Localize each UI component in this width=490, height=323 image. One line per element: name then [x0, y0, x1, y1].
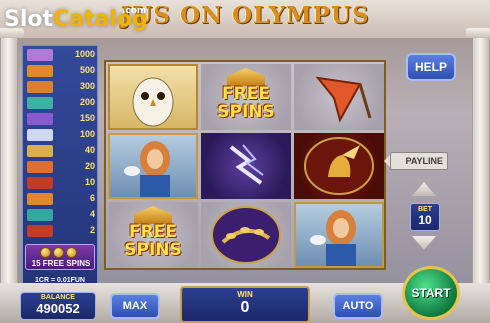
goddess-icon [124, 141, 170, 197]
right-column-capital [466, 28, 490, 38]
leaf-teal-icon [27, 97, 53, 109]
paytable-row: 1000 [25, 48, 97, 63]
win-display: WIN 0 [180, 286, 310, 323]
paytable-value: 10 [84, 177, 95, 187]
paytable-value: 40 [84, 145, 95, 155]
helmet-orange-icon [27, 65, 53, 77]
spear-symbol [294, 64, 384, 130]
autoplay-button[interactable]: AUTO [333, 293, 383, 319]
right-column-decoration [472, 30, 490, 292]
paytable-row: 150 [25, 112, 97, 127]
paytable-value: 150 [79, 113, 95, 123]
paytable-row: 200 [25, 96, 97, 111]
free-spins-symbol: FREE SPINS [108, 202, 198, 268]
paytable-row: 10 [25, 176, 97, 191]
free-spins-symbol-line2: SPINS [124, 240, 182, 260]
free-spins-paytable-label: 15 FREE SPINS [31, 259, 91, 268]
win-value: 0 [240, 299, 250, 316]
harp-orange-icon [27, 81, 53, 93]
owl-symbol [108, 64, 198, 130]
brand-part1: Slot [4, 7, 54, 32]
bolt-white-icon [27, 129, 53, 141]
max-bet-button[interactable]: MAX [110, 293, 160, 319]
gem-purple-icon [27, 113, 53, 125]
paytable-value: 100 [79, 129, 95, 139]
paytable-row: 6 [25, 192, 97, 207]
wing-red-icon [27, 177, 53, 189]
bet-decrease-arrow-icon[interactable] [412, 236, 436, 250]
lightning-bolt-icon [229, 144, 264, 185]
reel-grid: FREE SPINS FREE SPINS [104, 60, 386, 270]
start-spin-button[interactable]: START [402, 266, 460, 320]
paytable-value: 500 [79, 65, 95, 75]
paytable-value: 4 [89, 209, 95, 219]
balance-display: BALANCE 490052 [20, 292, 96, 320]
laurel-teal-icon [27, 209, 53, 221]
winged-helmet-icon [304, 137, 374, 195]
brand-watermark: SlotCatalog .com [4, 6, 148, 32]
paytable-row: 20 [25, 160, 97, 175]
paytable-row: 300 [25, 80, 97, 95]
balance-label: BALANCE [40, 294, 76, 301]
brand-com: .com [122, 6, 147, 16]
owl-icon [132, 77, 174, 127]
goddess-icon [310, 210, 356, 266]
laurel-wreath-icon [211, 206, 281, 264]
goddess-symbol [294, 202, 384, 268]
paytable-row: 500 [25, 64, 97, 79]
paytable-value: 20 [84, 161, 95, 171]
lightning-symbol [201, 133, 291, 199]
spear-head-icon [315, 76, 372, 123]
balance-value: 490052 [36, 301, 80, 316]
paytable-row: 4 [25, 208, 97, 223]
wing-red-icon [27, 225, 53, 237]
free-spins-symbol-line1: FREE [129, 222, 177, 242]
paytable-value: 1000 [74, 49, 95, 59]
paytable-value: 200 [79, 97, 95, 107]
paytable-value: 300 [79, 81, 95, 91]
free-spins-symbol: FREE SPINS [201, 64, 291, 130]
help-button[interactable]: HELP [406, 53, 456, 81]
bet-value: 10 [418, 213, 432, 227]
paytable-value: 2 [89, 225, 95, 235]
feather-orange-icon [27, 161, 53, 173]
winged-helmet-symbol [294, 133, 384, 199]
bet-increase-arrow-icon[interactable] [412, 182, 436, 196]
paytable-value: 6 [89, 193, 95, 203]
helmet-orange-icon [27, 193, 53, 205]
bet-label: BET [418, 206, 432, 213]
free-spins-paytable-row: 15 FREE SPINS [25, 244, 95, 270]
owl-gold-icon [27, 145, 53, 157]
payline-indicator: PAYLINE [390, 152, 448, 170]
paytable-row: 40 [25, 144, 97, 159]
left-column-decoration [0, 30, 18, 292]
bet-display: BET 10 [410, 203, 440, 231]
paytable-row: 2 [25, 224, 97, 239]
free-spins-symbol-line2: SPINS [217, 102, 275, 122]
win-label: WIN [237, 290, 253, 299]
goddess-symbol [108, 133, 198, 199]
laurel-symbol [201, 202, 291, 268]
paytable-row: 100 [25, 128, 97, 143]
free-spins-symbol-line1: FREE [222, 84, 270, 104]
paytable: 1000 500 300 200 150 100 40 20 10 6 4 2 … [22, 45, 98, 285]
owl-purple-icon [27, 49, 53, 61]
coins-icon [36, 247, 84, 258]
